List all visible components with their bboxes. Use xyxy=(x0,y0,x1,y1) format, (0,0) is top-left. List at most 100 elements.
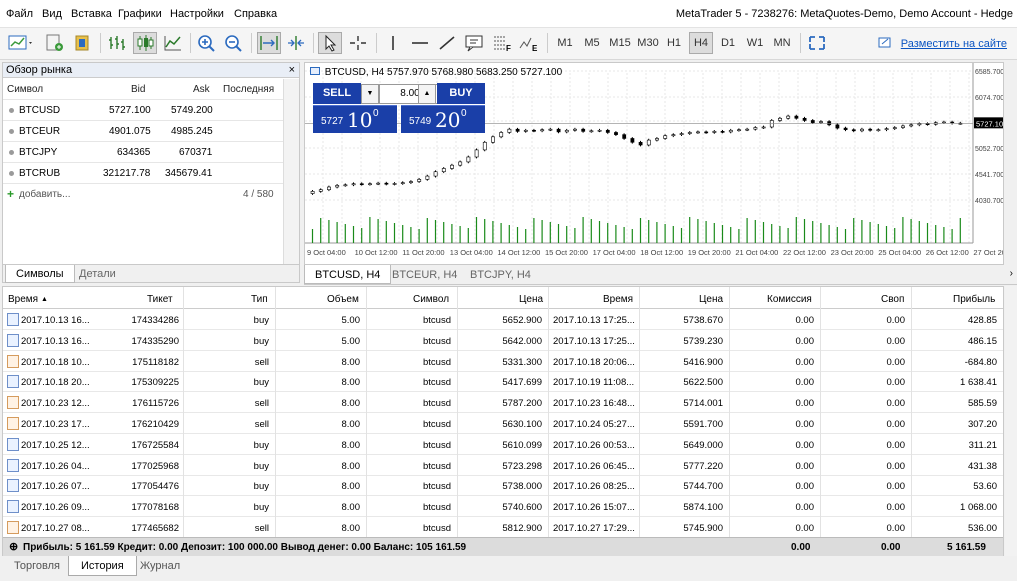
candle xyxy=(376,182,381,185)
menu-bar: Файл Вид Вставка Графики Настройки Справ… xyxy=(0,0,1017,28)
timeframe-m30[interactable]: M30 xyxy=(635,32,661,54)
tab-details[interactable]: Детали xyxy=(69,265,126,283)
elliott-wave-icon[interactable]: E xyxy=(517,32,541,54)
candle xyxy=(392,183,397,185)
timeframe-w1[interactable]: W1 xyxy=(743,32,767,54)
sell-deal-icon xyxy=(7,521,19,534)
history-cell: 0.00 xyxy=(886,460,906,472)
timeframe-mn[interactable]: MN xyxy=(770,32,794,54)
fibonacci-icon[interactable]: F xyxy=(490,32,514,54)
history-row[interactable]: 2017.10.26 09... 177078168 buy 8.00 btcusd 57… xyxy=(3,496,1003,518)
candle xyxy=(433,171,438,177)
market-watch-row[interactable]: BTCUSD 5727.100 5749.200 xyxy=(3,100,284,121)
svg-text:E: E xyxy=(532,44,538,52)
crosshair-icon[interactable] xyxy=(347,32,369,54)
fullscreen-icon[interactable] xyxy=(806,32,828,54)
history-cell: 0.00 xyxy=(795,481,815,493)
candlestick-icon[interactable] xyxy=(133,32,157,54)
history-cell: 174334286 xyxy=(131,315,179,326)
sell-price-button[interactable]: 5727 10 0 xyxy=(313,105,397,133)
timeframe-d1[interactable]: D1 xyxy=(716,32,740,54)
timeframe-m5[interactable]: M5 xyxy=(580,32,604,54)
close-icon[interactable]: × xyxy=(289,63,295,77)
candle xyxy=(400,182,405,184)
tab-btcusd-h4[interactable]: BTCUSD, H4 xyxy=(304,265,392,284)
tab-btceur-h4[interactable]: BTCEUR, H4 xyxy=(382,265,467,284)
history-scrollbar[interactable] xyxy=(1005,286,1017,556)
market-watch-row[interactable]: BTCEUR 4901.075 4985.245 xyxy=(3,121,284,142)
menu-charts[interactable]: Графики xyxy=(118,8,162,20)
market-watch-row[interactable]: BTCRUB 321217.78 345679.41 xyxy=(3,163,284,184)
tab-history[interactable]: История xyxy=(68,556,137,576)
timeframe-m15[interactable]: M15 xyxy=(607,32,633,54)
history-cell: 0.00 xyxy=(795,523,815,534)
history-row[interactable]: 2017.10.13 16... 174334286 buy 5.00 btcusd 56… xyxy=(3,309,1003,330)
add-symbol-row[interactable]: + добавить... 4 / 580 xyxy=(3,184,284,205)
publish-icon[interactable] xyxy=(877,32,893,54)
history-row[interactable]: 2017.10.18 20... 175309225 buy 8.00 btcusd 54… xyxy=(3,371,1003,393)
buy-price-button[interactable]: 5749 20 0 xyxy=(401,105,485,133)
history-row[interactable]: 2017.10.18 10... 175118182 sell 8.00 btcusd 5… xyxy=(3,351,1003,372)
tab-journal[interactable]: Журнал xyxy=(128,556,192,576)
timeframe-m1[interactable]: M1 xyxy=(553,32,577,54)
tab-symbols[interactable]: Символы xyxy=(5,265,75,283)
line-chart-icon[interactable] xyxy=(162,32,184,54)
buy-deal-icon xyxy=(7,313,19,326)
history-cell: 428.85 xyxy=(967,315,997,326)
lot-decrease-button[interactable]: ▼ xyxy=(361,84,379,104)
lot-increase-button[interactable]: ▲ xyxy=(418,84,436,104)
history-cell: 5591.700 xyxy=(683,419,723,430)
history-cell: 0.00 xyxy=(795,419,815,430)
trend-line-icon[interactable] xyxy=(436,32,458,54)
bar-chart-icon[interactable] xyxy=(106,32,128,54)
zoom-in-icon[interactable] xyxy=(196,32,218,54)
market-watch-scrollbar[interactable] xyxy=(283,79,299,269)
history-row[interactable]: 2017.10.25 12... 176725584 buy 8.00 btcusd 56… xyxy=(3,434,1003,455)
history-row[interactable]: 2017.10.27 08... 177465682 sell 8.00 btcusd 5… xyxy=(3,517,1003,538)
history-cell: 5723.298 xyxy=(502,460,542,472)
tab-btcjpy-h4[interactable]: BTCJPY, H4 xyxy=(460,265,541,284)
menu-insert[interactable]: Вставка xyxy=(71,8,112,20)
history-cell: buy xyxy=(253,335,269,347)
new-chart-icon[interactable] xyxy=(6,32,36,54)
tab-trade[interactable]: Торговля xyxy=(2,556,72,576)
menu-view[interactable]: Вид xyxy=(42,8,62,20)
toolbar: F E M1 M5 M15 M30 H1 H4 D1 W1 MN Размест… xyxy=(0,28,1017,60)
zoom-out-icon[interactable] xyxy=(223,32,245,54)
buy-button[interactable]: BUY xyxy=(437,83,485,104)
chevron-right-icon[interactable]: › xyxy=(1010,268,1013,279)
menu-settings[interactable]: Настройки xyxy=(170,8,224,20)
horizontal-line-icon[interactable] xyxy=(409,32,431,54)
sell-button[interactable]: SELL xyxy=(313,83,361,104)
market-watch-row[interactable]: BTCJPY 634365 670371 xyxy=(3,142,284,163)
history-cell: 5417.699 xyxy=(502,377,542,389)
history-cell: 2017.10.26 00:53... xyxy=(553,439,635,451)
vertical-line-icon[interactable] xyxy=(382,32,404,54)
timeframe-h4[interactable]: H4 xyxy=(689,32,713,54)
history-cell: 174335290 xyxy=(131,335,179,347)
menu-help[interactable]: Справка xyxy=(234,8,277,20)
history-row[interactable]: 2017.10.23 17... 176210429 sell 8.00 btcusd 5… xyxy=(3,413,1003,434)
history-cell: -684.80 xyxy=(964,356,997,368)
candle xyxy=(737,129,741,132)
history-row[interactable]: 2017.10.23 12... 176115726 sell 8.00 btcusd 5… xyxy=(3,392,1003,414)
history-row[interactable]: 2017.10.13 16... 174335290 buy 5.00 btcusd 56… xyxy=(3,330,1003,351)
text-label-icon[interactable] xyxy=(463,32,487,54)
candle xyxy=(753,127,758,130)
menu-file[interactable]: Файл xyxy=(6,8,33,20)
datasets-icon[interactable] xyxy=(72,32,94,54)
history-cell: 0.00 xyxy=(886,377,906,389)
auto-scroll-icon[interactable] xyxy=(257,32,281,54)
chart-shift-icon[interactable] xyxy=(285,32,307,54)
history-cell: 5714.001 xyxy=(683,398,723,410)
chart-header-text: BTCUSD, H4 5757.970 5768.980 5683.250 57… xyxy=(324,67,563,78)
timeframe-h1[interactable]: H1 xyxy=(662,32,686,54)
history-row[interactable]: 2017.10.26 04... 177025968 buy 8.00 btcusd 57… xyxy=(3,455,1003,476)
history-cell: 176115726 xyxy=(132,398,179,410)
y-tick-label: 6074.700 xyxy=(975,95,1003,102)
place-on-site-link[interactable]: Разместить на сайте xyxy=(901,38,1007,50)
history-row[interactable]: 2017.10.26 07... 177054476 buy 8.00 btcusd 57… xyxy=(3,475,1003,497)
chart-window[interactable]: 6585.700 6074.700 5052.700 4541.700 4030.700… xyxy=(304,62,1004,265)
add-profile-icon[interactable] xyxy=(44,32,66,54)
cursor-icon[interactable] xyxy=(318,32,342,54)
